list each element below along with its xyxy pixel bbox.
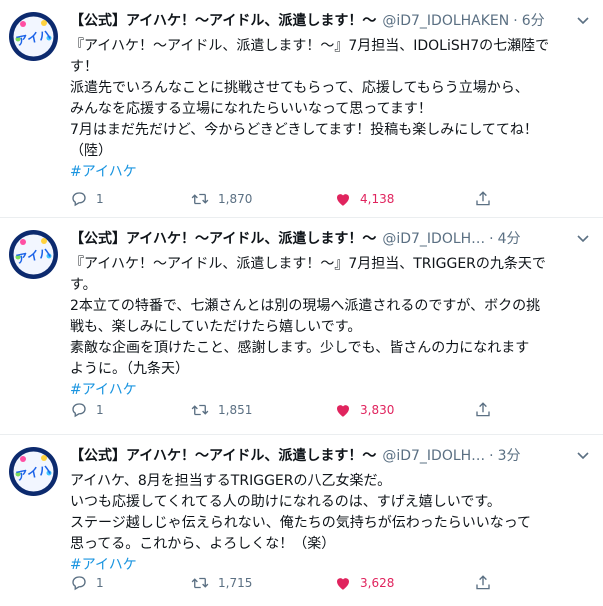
tweet-text-line: ステージ越しじゃ伝えられない、俺たちの気持ちが伝わったらいいなって — [70, 515, 532, 531]
display-name[interactable]: 【公式】アイハケ！〜アイドル、派遣します！〜 — [70, 448, 376, 464]
display-name[interactable]: 【公式】アイハケ！〜アイドル、派遣します！〜 — [70, 13, 376, 29]
reply-icon — [72, 575, 86, 590]
avatar[interactable]: アイハ — [9, 447, 58, 496]
tweet[interactable]: アイハ 【公式】アイハケ！〜アイドル、派遣します！〜 @iD7_IDOLH… · 4分… — [0, 218, 603, 435]
hashtag-link[interactable]: #アイハケ — [70, 380, 585, 401]
reply-count: 1 — [96, 191, 104, 206]
separator: · — [489, 448, 494, 464]
like-button[interactable]: 3,628 — [334, 572, 394, 592]
tweet-text-line: （陸） — [70, 143, 112, 159]
tweet-text-line: 『アイハケ！〜アイドル、派遣します！〜』7月担当、IDOLiSH7の七瀬陸で — [70, 38, 550, 54]
tweet-header: 【公式】アイハケ！〜アイドル、派遣します！〜 @iD7_IDOLH… · 3分 — [70, 445, 593, 467]
retweet-count: 1,715 — [218, 575, 253, 590]
tweet-text-line: 戦も、楽しみにしていただけたら嬉しいです。 — [70, 319, 362, 335]
reply-icon — [72, 191, 86, 206]
hashtag-link[interactable]: #アイハケ — [70, 162, 585, 183]
retweet-icon — [191, 193, 209, 204]
tweet-text-line: アイハケ、8月を担当するTRIGGERの八乙女楽だ。 — [70, 473, 392, 489]
heart-icon — [337, 193, 349, 206]
display-name[interactable]: 【公式】アイハケ！〜アイドル、派遣します！〜 — [70, 231, 376, 247]
tweet-text-line: 素敵な企画を頂けたこと、感謝します。少しでも、皆さんの力になれます — [70, 340, 530, 356]
tweet-text-line: す！ — [70, 59, 98, 75]
tweet-feed: アイハ 【公式】アイハケ！〜アイドル、派遣します！〜 @iD7_IDOLHAKEN… — [0, 0, 603, 606]
user-handle[interactable]: @iD7_IDOLH… — [382, 231, 485, 247]
separator: · — [513, 13, 518, 29]
reply-button[interactable]: 1 — [70, 572, 104, 592]
tweet-text: アイハケ、8月を担当するTRIGGERの八乙女楽だ。 いつも応援してくれてる人の… — [70, 471, 585, 576]
more-options-icon[interactable] — [573, 10, 593, 30]
more-options-icon[interactable] — [573, 445, 593, 465]
retweet-icon — [191, 404, 209, 415]
reply-count: 1 — [96, 402, 104, 417]
tweet-text-line: いつも応援してくれてる人の助けになれるのは、すげえ嬉しいです。 — [70, 494, 501, 510]
tweet-text-line: 『アイハケ！〜アイドル、派遣します！〜』7月担当、TRIGGERの九条天で — [70, 256, 546, 272]
avatar[interactable]: アイハ — [9, 230, 58, 279]
heart-icon — [337, 577, 349, 590]
tweet-header: 【公式】アイハケ！〜アイドル、派遣します！〜 @iD7_IDOLH… · 4分 — [70, 228, 593, 250]
like-button[interactable]: 4,138 — [334, 188, 394, 208]
share-icon — [476, 401, 490, 416]
retweet-button[interactable]: 1,870 — [190, 188, 252, 208]
tweet-text-line: 派遣先でいろんなことに挑戦させてもらって、応援してもらう立場から、 — [70, 80, 529, 96]
reply-button[interactable]: 1 — [70, 188, 104, 208]
avatar[interactable]: アイハ — [9, 12, 58, 61]
action-bar: 1 1,851 3,830 — [70, 399, 590, 419]
like-count: 3,628 — [360, 575, 395, 590]
tweet-text-line: 2本立ての特番で、七瀬さんとは別の現場へ派遣されるのですが、ボクの挑 — [70, 298, 541, 314]
user-handle[interactable]: @iD7_IDOLH… — [382, 448, 485, 464]
tweet-text-line: す。 — [70, 277, 97, 293]
share-button[interactable] — [474, 572, 492, 592]
reply-count: 1 — [96, 575, 104, 590]
heart-icon — [337, 404, 349, 417]
like-count: 3,830 — [360, 402, 395, 417]
share-icon — [476, 190, 490, 205]
tweet-text-line: 7月はまだ先だけど、今からどきどきしてます！投稿も楽しみにしててね！ — [70, 122, 538, 138]
more-options-icon[interactable] — [573, 228, 593, 248]
timestamp[interactable]: 3分 — [498, 448, 521, 464]
like-count: 4,138 — [360, 191, 395, 206]
tweet-text-line: ように。（九条天） — [70, 361, 189, 377]
separator: · — [489, 231, 494, 247]
timestamp[interactable]: 4分 — [498, 231, 521, 247]
share-icon — [476, 574, 490, 589]
retweet-button[interactable]: 1,851 — [190, 399, 252, 419]
tweet-text: 『アイハケ！〜アイドル、派遣します！〜』7月担当、IDOLiSH7の七瀬陸で す… — [70, 36, 585, 183]
action-bar: 1 1,870 4,138 — [70, 188, 590, 208]
reply-icon — [72, 402, 86, 417]
tweet-header: 【公式】アイハケ！〜アイドル、派遣します！〜 @iD7_IDOLHAKEN · 6分 — [70, 10, 593, 32]
user-handle[interactable]: @iD7_IDOLHAKEN — [382, 13, 509, 29]
retweet-count: 1,851 — [218, 402, 253, 417]
tweet[interactable]: アイハ 【公式】アイハケ！〜アイドル、派遣します！〜 @iD7_IDOLH… · 3分… — [0, 435, 603, 606]
like-button[interactable]: 3,830 — [334, 399, 394, 419]
retweet-button[interactable]: 1,715 — [190, 572, 252, 592]
tweet-text: 『アイハケ！〜アイドル、派遣します！〜』7月担当、TRIGGERの九条天で す。… — [70, 254, 585, 401]
tweet-text-line: 思ってる。これから、よろしくな！（楽） — [70, 536, 336, 552]
tweet[interactable]: アイハ 【公式】アイハケ！〜アイドル、派遣します！〜 @iD7_IDOLHAKEN… — [0, 0, 603, 218]
share-button[interactable] — [474, 188, 492, 208]
reply-button[interactable]: 1 — [70, 399, 104, 419]
timestamp[interactable]: 6分 — [522, 13, 545, 29]
action-bar: 1 1,715 3,628 — [70, 572, 590, 592]
retweet-icon — [191, 577, 209, 588]
share-button[interactable] — [474, 399, 492, 419]
retweet-count: 1,870 — [218, 191, 253, 206]
tweet-text-line: みんなを応援する立場になれたらいいなって思ってます！ — [70, 101, 432, 117]
